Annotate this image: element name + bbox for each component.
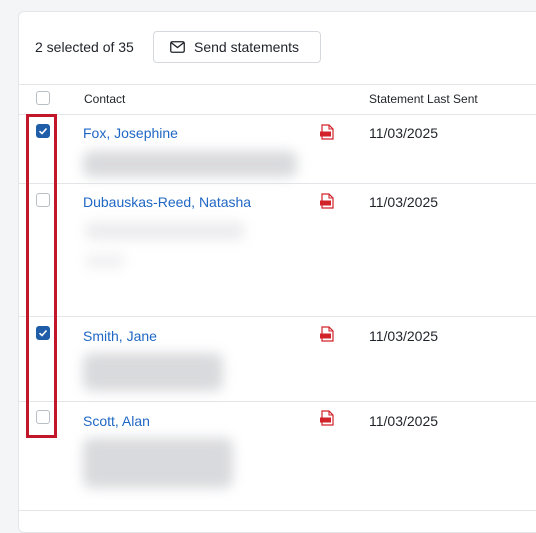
row-checkbox[interactable]	[36, 410, 50, 424]
redacted-details	[85, 222, 245, 240]
envelope-icon	[170, 41, 185, 53]
redacted-details	[83, 151, 297, 177]
pdf-icon[interactable]	[319, 193, 335, 209]
statement-date: 11/03/2025	[369, 413, 439, 429]
statements-panel: 2 selected of 35 Send statements Contact…	[18, 11, 536, 533]
select-all-checkbox[interactable]	[36, 91, 50, 105]
redacted-details	[83, 438, 233, 488]
row-checkbox[interactable]	[36, 193, 50, 207]
table-row: Fox, Josephine 11/03/2025	[19, 115, 536, 184]
redacted-details	[85, 254, 125, 268]
pdf-icon[interactable]	[319, 410, 335, 426]
redacted-details	[83, 353, 223, 391]
table-row: Dubauskas-Reed, Natasha 11/03/2025	[19, 184, 536, 317]
column-header-contact: Contact	[84, 92, 126, 106]
send-statements-button[interactable]: Send statements	[153, 31, 321, 63]
pdf-icon[interactable]	[319, 326, 335, 342]
row-checkbox-checked[interactable]	[36, 124, 50, 138]
statement-date: 11/03/2025	[369, 125, 439, 141]
contact-link[interactable]: Smith, Jane	[83, 328, 157, 344]
contact-link[interactable]: Fox, Josephine	[83, 125, 178, 141]
pdf-icon[interactable]	[319, 124, 335, 140]
table-header: Contact Statement Last Sent	[19, 84, 536, 115]
contact-link[interactable]: Dubauskas-Reed, Natasha	[83, 194, 251, 210]
toolbar: 2 selected of 35 Send statements	[19, 12, 536, 85]
table-row: Scott, Alan 11/03/2025	[19, 402, 536, 511]
table-row: Smith, Jane 11/03/2025	[19, 317, 536, 402]
checkmark-icon	[38, 329, 48, 337]
checkmark-icon	[38, 127, 48, 135]
statement-date: 11/03/2025	[369, 194, 439, 210]
statement-date: 11/03/2025	[369, 328, 439, 344]
column-header-statement-last-sent: Statement Last Sent	[369, 92, 478, 106]
selected-count: 2 selected of 35	[35, 39, 134, 55]
row-checkbox-checked[interactable]	[36, 326, 50, 340]
contact-link[interactable]: Scott, Alan	[83, 413, 150, 429]
send-statements-label: Send statements	[194, 39, 300, 55]
